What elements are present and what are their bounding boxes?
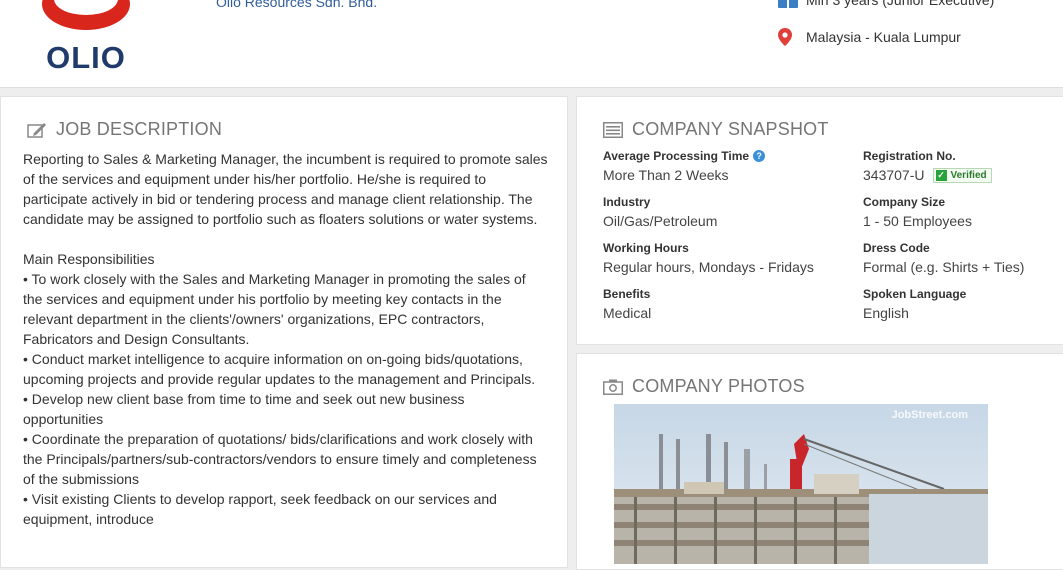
company-name-link[interactable]: Olio Resources Sdn. Bhd. xyxy=(216,0,377,10)
snapshot-spoken-language: Spoken Language English xyxy=(863,287,1063,321)
company-logo[interactable]: OLIO xyxy=(36,0,136,76)
company-photos-title: COMPANY PHOTOS xyxy=(632,376,805,396)
experience-text: Min 3 years (Junior Executive) xyxy=(806,0,995,8)
snapshot-label: Spoken Language xyxy=(863,287,967,301)
list-icon xyxy=(603,121,623,138)
snapshot-label: Company Size xyxy=(863,195,946,209)
briefcase-icon xyxy=(778,0,800,8)
company-photos-panel: COMPANY PHOTOS JobStreet.com xyxy=(576,353,1063,570)
snapshot-label: Dress Code xyxy=(863,241,930,255)
snapshot-industry: Industry Oil/Gas/Petroleum xyxy=(603,195,843,229)
company-snapshot-heading: COMPANY SNAPSHOT xyxy=(603,119,829,140)
snapshot-value: Formal (e.g. Shirts + Ties) xyxy=(863,259,1025,275)
location-text: Malaysia - Kuala Lumpur xyxy=(806,29,961,45)
verified-label: Verified xyxy=(950,169,987,181)
jd-bullet: • Conduct market intelligence to acquire… xyxy=(23,351,536,387)
snapshot-label: Average Processing Time xyxy=(603,149,750,163)
experience-row: Min 3 years (Junior Executive) xyxy=(778,0,994,8)
company-photos-heading: COMPANY PHOTOS xyxy=(603,376,805,397)
map-pin-icon xyxy=(778,28,800,46)
jd-subheading: Main Responsibilities xyxy=(23,251,155,267)
snapshot-value: Medical xyxy=(603,305,652,321)
snapshot-value: More Than 2 Weeks xyxy=(603,167,729,183)
snapshot-label: Working Hours xyxy=(603,241,689,255)
snapshot-label: Benefits xyxy=(603,287,651,301)
snapshot-label: Industry xyxy=(603,195,651,209)
snapshot-processing-time: Average Processing Time ? More Than 2 We… xyxy=(603,149,843,183)
company-snapshot-title: COMPANY SNAPSHOT xyxy=(632,119,829,139)
photo-watermark: JobStreet.com xyxy=(891,409,968,421)
jd-bullet: • Develop new client base from time to t… xyxy=(23,391,465,427)
snapshot-company-size: Company Size 1 - 50 Employees xyxy=(863,195,1063,229)
snapshot-value: Regular hours, Mondays - Fridays xyxy=(603,259,814,275)
jd-bullet: • Visit existing Clients to develop rapp… xyxy=(23,491,497,527)
camera-icon xyxy=(603,379,623,395)
job-description-body: Reporting to Sales & Marketing Manager, … xyxy=(23,149,548,529)
company-header: OLIO Olio Resources Sdn. Bhd. Min 3 year… xyxy=(0,0,1063,88)
snapshot-value: 1 - 50 Employees xyxy=(863,213,972,229)
jd-spacer xyxy=(23,229,548,249)
help-icon[interactable]: ? xyxy=(753,150,766,162)
location-row: Malaysia - Kuala Lumpur xyxy=(778,28,961,46)
jd-bullet: • Coordinate the preparation of quotatio… xyxy=(23,431,537,487)
job-description-title: JOB DESCRIPTION xyxy=(56,119,223,139)
job-description-panel: JOB DESCRIPTION Reporting to Sales & Mar… xyxy=(0,96,568,568)
job-description-heading: JOB DESCRIPTION xyxy=(27,119,222,140)
jd-intro: Reporting to Sales & Marketing Manager, … xyxy=(23,151,548,227)
snapshot-dress-code: Dress Code Formal (e.g. Shirts + Ties) xyxy=(863,241,1063,275)
company-snapshot-panel: COMPANY SNAPSHOT Average Processing Time… xyxy=(576,96,1063,345)
snapshot-value: Oil/Gas/Petroleum xyxy=(603,213,718,229)
snapshot-value: 343707-U xyxy=(863,167,925,183)
edit-icon xyxy=(27,122,47,138)
snapshot-benefits: Benefits Medical xyxy=(603,287,843,321)
logo-text: OLIO xyxy=(46,40,126,75)
jd-bullet: • To work closely with the Sales and Mar… xyxy=(23,271,526,347)
check-icon: ✓ xyxy=(935,169,947,181)
verified-badge: ✓ Verified xyxy=(932,167,992,183)
snapshot-working-hours: Working Hours Regular hours, Mondays - F… xyxy=(603,241,843,275)
snapshot-registration-no: Registration No. 343707-U ✓ Verified xyxy=(863,149,1063,183)
snapshot-value: English xyxy=(863,305,909,321)
company-photo[interactable]: JobStreet.com xyxy=(614,404,988,564)
snapshot-label: Registration No. xyxy=(863,149,956,163)
